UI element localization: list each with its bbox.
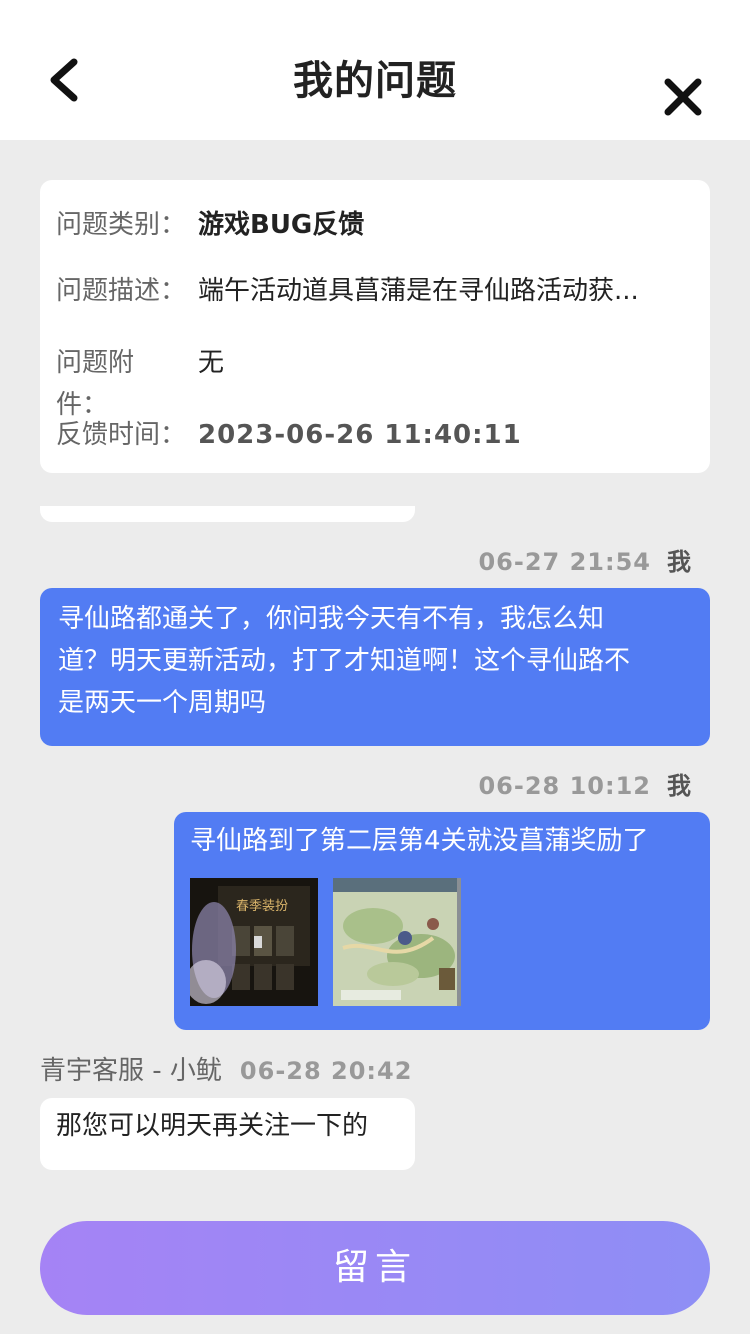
attachment-value: 无 bbox=[198, 348, 225, 378]
issue-info-card: 问题类别： 游戏BUG反馈 问题描述： 端午活动道具菖蒲是在寻仙路活动获... … bbox=[40, 180, 710, 473]
message-time: 06-28 10:12 bbox=[478, 772, 651, 800]
message-time: 06-27 21:54 bbox=[478, 548, 651, 576]
description-label: 问题描述： bbox=[56, 276, 187, 306]
category-label: 问题类别： bbox=[56, 210, 187, 240]
message-meta: 06-27 21:54 我 bbox=[478, 542, 692, 577]
feedback-time-value: 2023-06-26 11:40:11 bbox=[198, 420, 522, 450]
top-nav-bar: 我的问题 bbox=[0, 0, 750, 140]
message-line: 寻仙路都通关了，你问我今天有不有，我怎么知 bbox=[58, 604, 605, 634]
partial-message-bubble bbox=[40, 506, 415, 522]
message-text: 那您可以明天再关注一下的 bbox=[56, 1111, 369, 1141]
message-line: 是两天一个周期吗 bbox=[58, 688, 267, 718]
close-icon bbox=[664, 78, 702, 116]
support-message-bubble: 那您可以明天再关注一下的 bbox=[40, 1098, 415, 1170]
game-screenshot-image: 春季装扮 bbox=[190, 878, 318, 1006]
message-sender: 我 bbox=[667, 772, 692, 800]
message-time: 06-28 20:42 bbox=[239, 1057, 413, 1085]
message-line: 道？明天更新活动，打了才知道啊！这个寻仙路不 bbox=[58, 646, 631, 676]
my-message-bubble: 寻仙路都通关了，你问我今天有不有，我怎么知 道？明天更新活动，打了才知道啊！这个… bbox=[40, 588, 710, 746]
attachment-image-thumbnail[interactable]: 春季装扮 bbox=[190, 878, 318, 1006]
svg-text:春季装扮: 春季装扮 bbox=[236, 899, 288, 914]
feedback-time-label: 反馈时间： bbox=[56, 420, 187, 450]
message-text: 寻仙路到了第二层第4关就没菖蒲奖励了 bbox=[190, 826, 649, 856]
attachment-image-thumbnail[interactable] bbox=[333, 878, 461, 1006]
message-sender: 青宇客服 - 小鱿 bbox=[40, 1056, 222, 1086]
category-value: 游戏BUG反馈 bbox=[198, 210, 365, 240]
message-meta: 06-28 10:12 我 bbox=[478, 766, 692, 801]
description-value[interactable]: 端午活动道具菖蒲是在寻仙路活动获... bbox=[198, 270, 639, 312]
attachment-label-line1: 问题附 bbox=[56, 348, 135, 378]
close-button[interactable] bbox=[660, 74, 706, 120]
message-meta: 青宇客服 - 小鱿 06-28 20:42 bbox=[40, 1050, 412, 1087]
message-sender: 我 bbox=[667, 548, 692, 576]
leave-message-button[interactable]: 留言 bbox=[40, 1221, 710, 1315]
page-title: 我的问题 bbox=[293, 58, 457, 104]
game-map-image bbox=[333, 878, 461, 1006]
